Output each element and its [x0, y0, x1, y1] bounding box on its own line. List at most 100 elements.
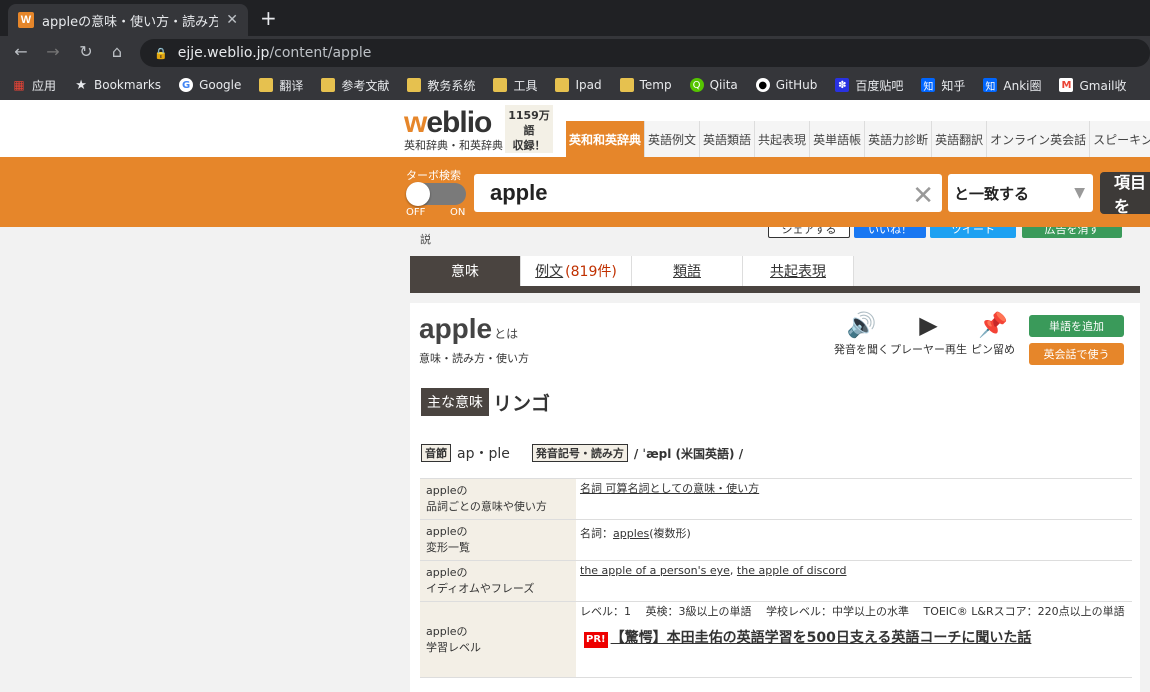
new-tab-icon[interactable]: +	[260, 6, 277, 30]
pr-link[interactable]: PR! 【驚愕】本田圭佑の英語学習を500日支える英語コーチに聞いた話	[584, 630, 1128, 648]
bookmark-baidu[interactable]: ✽ 百度贴吧	[835, 77, 903, 94]
nav-tab-examples[interactable]: 英語例文	[645, 121, 701, 157]
bookmark-github[interactable]: ● GitHub	[755, 78, 818, 92]
browser-tab[interactable]: W appleの意味・使い方・読み方 | ✕	[8, 4, 248, 36]
row-header-line: appleの	[426, 484, 468, 497]
bookmark-label: 知乎	[941, 78, 966, 93]
lock-icon: 🔒	[154, 46, 168, 60]
bookmark-qiita[interactable]: Q Qiita	[689, 78, 738, 92]
close-tab-icon[interactable]: ✕	[226, 12, 238, 28]
row-header: appleの イディオムやフレーズ	[420, 560, 576, 602]
nav-tab-wordbook[interactable]: 英単語帳	[810, 121, 866, 157]
pr-text: 【驚愕】本田圭佑の英語学習を500日支える英語コーチに聞いた話	[610, 630, 1032, 646]
logo-w: w	[404, 106, 427, 139]
home-icon[interactable]: ⌂	[106, 42, 128, 61]
tab-label: 共起表現	[770, 264, 826, 280]
site-header: weblio 英和辞典・和英辞典 1159万 語 収録！ 英和和英辞典 英語例文…	[0, 100, 1150, 157]
content-tabs: 意味 例文 (819件) 類語 共起表現	[410, 256, 1140, 294]
table-row: appleの 学習レベル レベル：1 英検：3級以上の単語 学校レベル：中学以上の…	[420, 601, 1132, 678]
row-header: appleの品詞ごとの意味や使い方	[420, 478, 576, 520]
bookmark-label: GitHub	[775, 78, 818, 92]
bookmark-folder-ipad[interactable]: Ipad	[555, 78, 602, 92]
nav-tab-speaking[interactable]: スピーキングテ	[1090, 121, 1150, 157]
entry-subtitle: 意味・読み方・使い方	[419, 352, 529, 365]
nav-tab-dictionary[interactable]: 英和和英辞典	[566, 121, 646, 157]
plural-link[interactable]: apples	[613, 527, 649, 540]
toggle-off-label: OFF	[406, 207, 426, 218]
info-table: appleの 品詞ごとの意味や使い方 名詞 可算名詞としての意味・使い方 appl…	[420, 478, 1132, 678]
add-word-button[interactable]: 単語を追加	[1029, 315, 1124, 337]
folder-icon	[259, 78, 274, 92]
tab-meaning[interactable]: 意味	[410, 256, 521, 286]
tab-label: 例文	[535, 264, 564, 280]
turbo-search-toggle[interactable]	[406, 182, 466, 206]
headword: apple	[419, 313, 493, 344]
nav-tab-online-conversation[interactable]: オンライン英会話	[987, 121, 1091, 157]
table-row: appleの品詞ごとの意味や使い方 名詞 可算名詞としての意味・使い方	[420, 478, 1132, 520]
row-header-line: 変形一覧	[426, 541, 470, 554]
nav-tab-collocations[interactable]: 共起表現	[755, 121, 811, 157]
row-value: レベル：1 英検：3級以上の単語 学校レベル：中学以上の水準 TOEIC® L&…	[576, 601, 1132, 678]
bookmark-folder-tools[interactable]: 工具	[493, 77, 537, 94]
row-header-line: appleの	[426, 624, 468, 638]
bookmark-label: Ipad	[575, 78, 602, 92]
bookmark-folder-temp[interactable]: Temp	[619, 78, 672, 92]
pos-link[interactable]: 名詞 可算名詞としての意味・使い方	[580, 482, 759, 495]
bookmark-apps[interactable]: ▦ 应用	[12, 77, 56, 94]
pronunciation-row: 音節 ap・ple 発音記号・読み方 / ˈæpl (米国英語) /	[421, 443, 743, 463]
tab-examples[interactable]: 例文 (819件)	[521, 256, 632, 286]
count-line: 収録！	[512, 139, 546, 152]
apps-grid-icon: ▦	[13, 78, 25, 92]
fragment-text: 説	[420, 233, 431, 246]
reload-icon[interactable]: ↻	[75, 42, 97, 61]
weblio-logo[interactable]: weblio	[404, 106, 492, 140]
page: weblio 英和辞典・和英辞典 1159万 語 収録！ 英和和英辞典 英語例文…	[0, 100, 1150, 692]
browser-toolbar: ← → ↻ ⌂ 🔒 ejje.weblio.jp/content/apple	[0, 36, 1150, 70]
pin-button[interactable]: 📌 ピン留め	[971, 311, 1015, 357]
bookmark-label: 应用	[32, 78, 57, 93]
tab-collocations[interactable]: 共起表現	[743, 256, 854, 286]
bookmark-bookmarks[interactable]: ★ Bookmarks	[74, 77, 161, 93]
bookmark-label: 翻译	[279, 78, 304, 93]
play-icon: ▶	[919, 311, 938, 339]
search-input[interactable]: apple ✕	[474, 174, 942, 212]
tool-label: プレーヤー再生	[890, 343, 967, 356]
row-value: the apple of a person's eye, the apple o…	[576, 560, 1132, 602]
pronunciation-text: / ˈæpl (米国英語) /	[633, 446, 744, 461]
bookmark-anki[interactable]: 知 Anki圈	[983, 77, 1041, 94]
tool-label: 発音を聞く	[834, 343, 889, 356]
back-icon[interactable]: ←	[10, 42, 32, 61]
listen-button[interactable]: 🔊 発音を聞く	[834, 311, 889, 357]
search-button[interactable]: 項目を	[1100, 172, 1150, 216]
tab-count: (819件)	[565, 264, 617, 280]
chevron-down-icon: ▼	[1074, 185, 1085, 201]
star-icon: ★	[75, 77, 87, 93]
row-header-line: 品詞ごとの意味や使い方	[426, 500, 547, 513]
idiom-link[interactable]: the apple of a person's eye	[580, 564, 730, 577]
player-button[interactable]: ▶ プレーヤー再生	[890, 311, 967, 357]
match-mode-select[interactable]: と一致する ▼	[948, 174, 1093, 212]
bookmark-gmail[interactable]: M Gmail收	[1059, 77, 1127, 94]
nav-tab-synonyms[interactable]: 英語類語	[700, 121, 756, 157]
forward-icon[interactable]: →	[42, 42, 64, 61]
tab-synonyms[interactable]: 類語	[632, 256, 743, 286]
use-in-conversation-button[interactable]: 英会話で使う	[1029, 343, 1124, 365]
bookmark-folder-translate[interactable]: 翻译	[259, 77, 303, 94]
main-meaning-text: リンゴ	[493, 392, 551, 415]
tool-label: ピン留め	[971, 343, 1015, 356]
table-row: appleの イディオムやフレーズ the apple of a person's…	[420, 560, 1132, 602]
idiom-link[interactable]: the apple of discord	[737, 564, 847, 577]
separator: ,	[729, 564, 737, 577]
bookmark-zhihu[interactable]: 知知乎	[921, 77, 965, 94]
qiita-icon: Q	[689, 78, 704, 92]
bookmark-google[interactable]: G Google	[179, 78, 241, 92]
zhihu-icon: 知	[921, 78, 936, 93]
address-bar[interactable]: 🔒 ejje.weblio.jp/content/apple	[140, 39, 1150, 67]
nav-tab-diagnosis[interactable]: 英語力診断	[865, 121, 933, 157]
clear-search-icon[interactable]: ✕	[912, 180, 934, 211]
search-bar: ターボ検索 OFF ON apple ✕ と一致する ▼ 項目を	[0, 157, 1150, 227]
nav-tab-translation[interactable]: 英語翻訳	[932, 121, 988, 157]
tab-title: appleの意味・使い方・読み方 |	[42, 14, 219, 30]
bookmark-folder-academic[interactable]: 教务系统	[407, 77, 475, 94]
bookmark-folder-references[interactable]: 参考文献	[321, 77, 389, 94]
